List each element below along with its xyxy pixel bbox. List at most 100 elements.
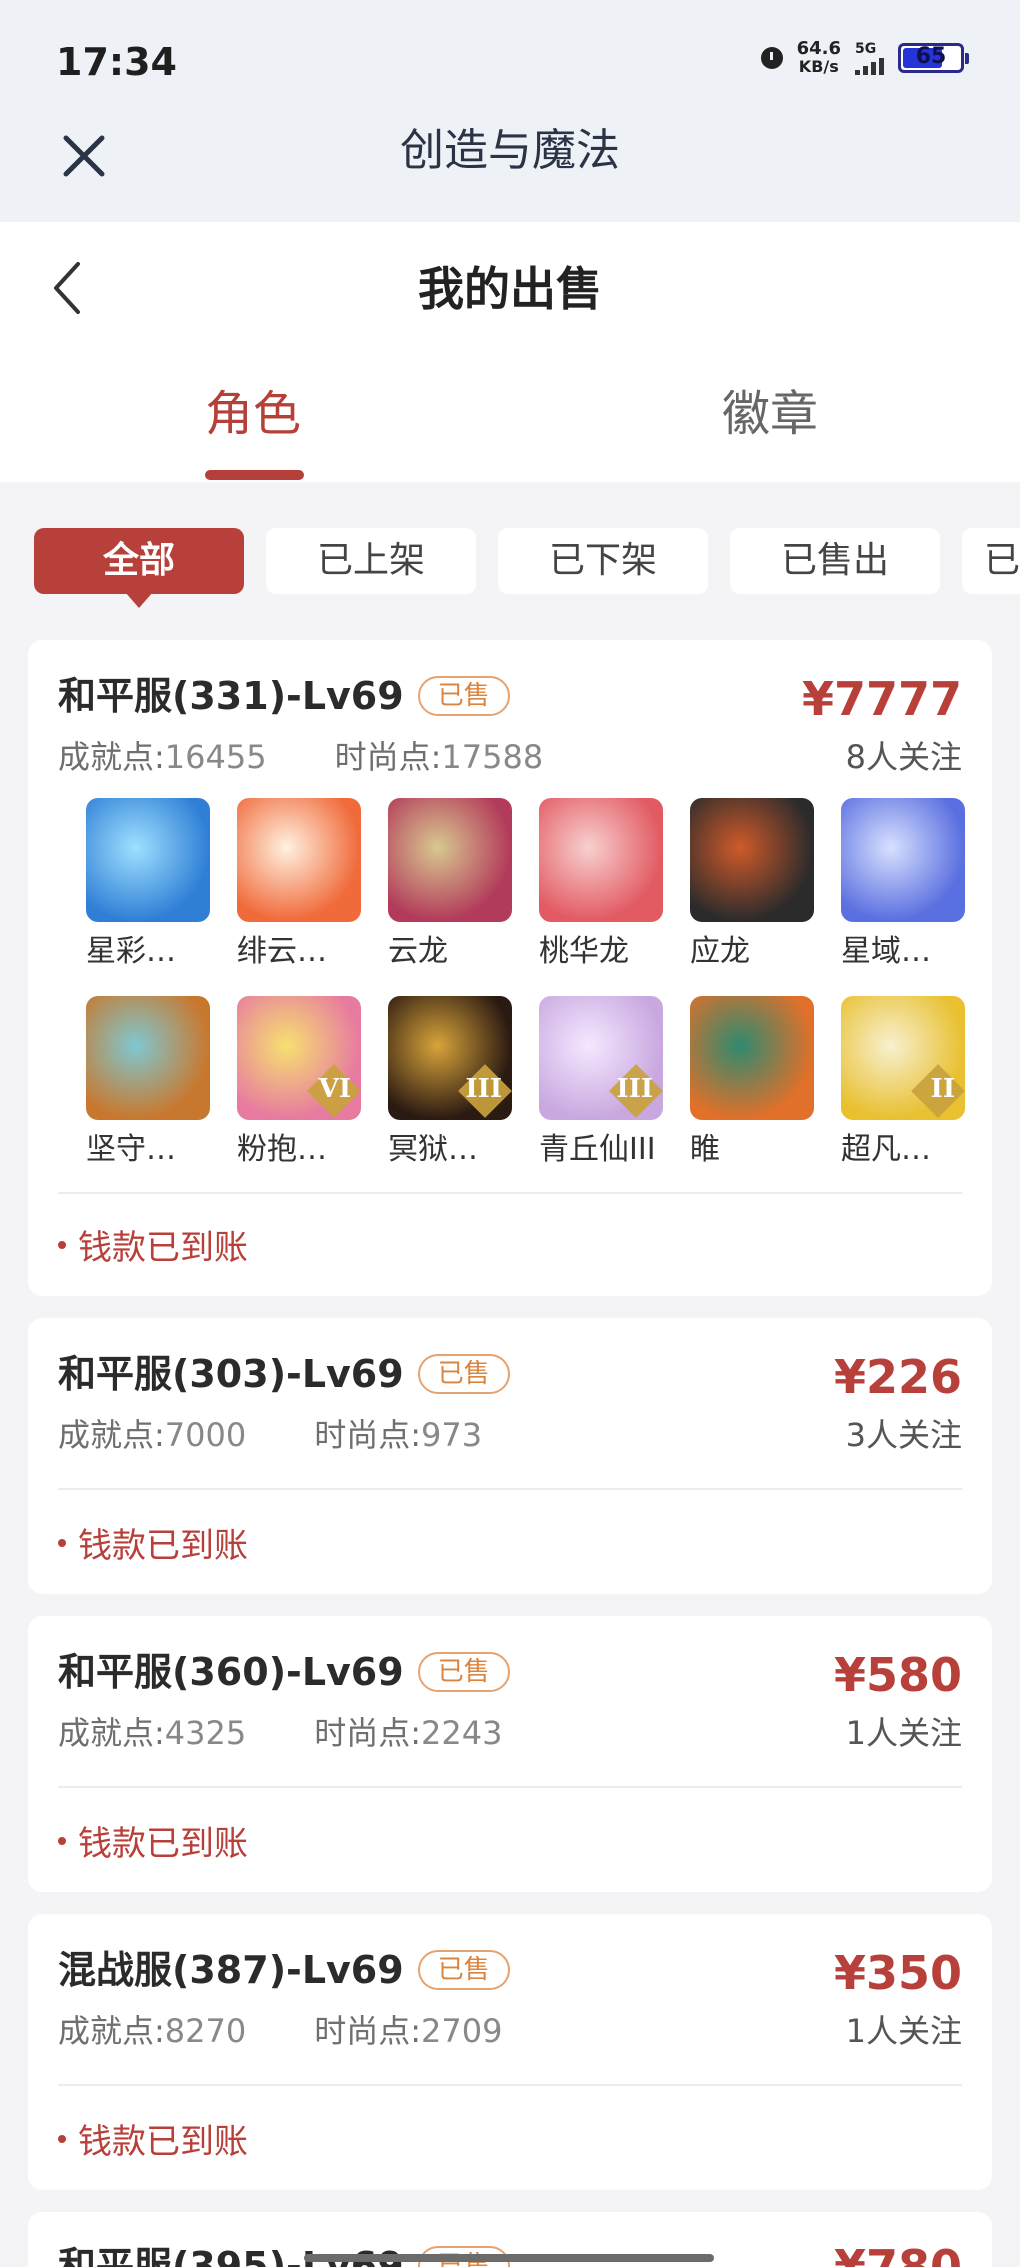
item-name: 绯云… bbox=[237, 934, 327, 969]
item-name: 青丘仙III bbox=[539, 1132, 656, 1167]
listing-title: 和平服(303)-Lv69 bbox=[58, 1352, 404, 1396]
fashion-label: 时尚点: bbox=[314, 2012, 422, 2050]
listing-stats: 成就点:8270 时尚点:2709 bbox=[58, 2006, 502, 2052]
payment-status: 钱款已到账 bbox=[58, 2114, 248, 2163]
listing-followers: 3人关注 bbox=[845, 1416, 962, 1454]
filter-listed[interactable]: 已上架 bbox=[266, 528, 476, 594]
sold-badge: 已售 bbox=[417, 1354, 510, 1394]
tab-badge[interactable]: 徽章 bbox=[722, 382, 818, 446]
listing-card[interactable]: 和平服(360)-Lv69 已售 成就点:4325 时尚点:2243 ¥580 1… bbox=[28, 1616, 992, 1892]
item-thumbnail: III bbox=[388, 996, 512, 1120]
item-name: 桃华龙 bbox=[539, 934, 629, 969]
divider bbox=[58, 1488, 962, 1490]
item-tile[interactable]: 绯云… bbox=[237, 798, 361, 972]
listing-price: ¥7777 bbox=[801, 672, 962, 726]
sold-badge: 已售 bbox=[417, 1950, 510, 1990]
signal-strength: 5G bbox=[855, 41, 884, 75]
listing-price: ¥226 bbox=[833, 1350, 962, 1404]
fashion-label: 时尚点: bbox=[334, 738, 442, 776]
network-type: 5G bbox=[855, 41, 877, 57]
network-speed: 64.6 KB/s bbox=[797, 40, 841, 76]
item-tile[interactable]: III 冥狱… bbox=[388, 996, 512, 1170]
item-thumbnail: VI bbox=[237, 996, 361, 1120]
achievement-value: 8270 bbox=[164, 2012, 247, 2050]
bullet-dot-icon bbox=[58, 1836, 66, 1845]
page-header: 我的出售 角色 徽章 bbox=[0, 222, 1020, 482]
fashion-value: 973 bbox=[421, 1416, 483, 1454]
payment-status: 钱款已到账 bbox=[58, 1816, 248, 1865]
item-name: 星域… bbox=[841, 934, 931, 969]
item-name: 应龙 bbox=[690, 934, 750, 969]
network-speed-unit: KB/s bbox=[798, 57, 839, 76]
listing-card[interactable]: 混战服(387)-Lv69 已售 成就点:8270 时尚点:2709 ¥350 1… bbox=[28, 1914, 992, 2190]
sold-badge: 已售 bbox=[417, 1652, 510, 1692]
filter-more[interactable]: 已 bbox=[962, 528, 1020, 594]
battery-level: 65 bbox=[915, 44, 947, 69]
listing-title: 和平服(331)-Lv69 bbox=[58, 674, 404, 718]
filter-delisted[interactable]: 已下架 bbox=[498, 528, 708, 594]
status-icons: 64.6 KB/s 5G 65 bbox=[760, 40, 969, 76]
fashion-value: 2243 bbox=[421, 1714, 503, 1752]
item-tile[interactable]: III 青丘仙III bbox=[539, 996, 663, 1170]
payment-status: 钱款已到账 bbox=[58, 1518, 248, 1567]
divider bbox=[58, 2084, 962, 2086]
achievement-label: 成就点: bbox=[58, 1416, 165, 1454]
listing-card[interactable]: 和平服(331)-Lv69 已售 成就点:16455 时尚点:17588 ¥777… bbox=[28, 640, 992, 1296]
bullet-dot-icon bbox=[58, 1538, 66, 1547]
bullet-dot-icon bbox=[58, 2134, 66, 2143]
network-speed-value: 64.6 bbox=[796, 38, 841, 59]
listing-price: ¥780 bbox=[833, 2240, 962, 2267]
alarm-clock-icon bbox=[760, 47, 783, 69]
status-bar: 17:34 64.6 KB/s 5G 65 bbox=[0, 0, 1020, 120]
fashion-value: 17588 bbox=[441, 738, 544, 776]
sold-badge: 已售 bbox=[417, 676, 510, 716]
listing-title: 混战服(387)-Lv69 bbox=[58, 1948, 404, 1992]
listing-title-row: 和平服(303)-Lv69 已售 bbox=[58, 1350, 510, 1398]
listing-title-row: 和平服(360)-Lv69 已售 bbox=[58, 1648, 510, 1696]
bullet-dot-icon bbox=[58, 1240, 66, 1249]
listing-followers: 1人关注 bbox=[845, 1714, 962, 1752]
listing-card[interactable]: 和平服(303)-Lv69 已售 成就点:7000 时尚点:973 ¥226 3人… bbox=[28, 1318, 992, 1594]
listing-price: ¥580 bbox=[833, 1648, 962, 1702]
item-thumbnail bbox=[86, 798, 210, 922]
fashion-value: 2709 bbox=[421, 2012, 503, 2050]
page-title: 我的出售 bbox=[418, 262, 602, 316]
item-name: 超凡… bbox=[841, 1132, 931, 1167]
item-name: 睢 bbox=[690, 1132, 720, 1167]
payment-status-text: 钱款已到账 bbox=[78, 1824, 248, 1864]
item-tile[interactable]: 坚守… bbox=[86, 996, 210, 1170]
item-thumbnail bbox=[237, 798, 361, 922]
tab-role[interactable]: 角色 bbox=[205, 382, 301, 446]
rank-label: II bbox=[930, 1074, 955, 1104]
item-tile[interactable]: VI 粉抱… bbox=[237, 996, 361, 1170]
item-tile[interactable]: 星彩… bbox=[86, 798, 210, 972]
listing-stats: 成就点:16455 时尚点:17588 bbox=[58, 732, 543, 778]
item-name: 云龙 bbox=[388, 934, 448, 969]
signal-bars-icon bbox=[855, 57, 884, 75]
filter-sold[interactable]: 已售出 bbox=[730, 528, 940, 594]
item-tile[interactable]: 应龙 bbox=[690, 798, 814, 972]
item-tile[interactable]: II 超凡… bbox=[841, 996, 965, 1170]
filter-all[interactable]: 全部 bbox=[34, 528, 244, 608]
home-indicator[interactable] bbox=[304, 2254, 714, 2262]
listing-stats: 成就点:7000 时尚点:973 bbox=[58, 1410, 482, 1456]
item-name: 星彩… bbox=[86, 934, 176, 969]
item-thumbnail bbox=[539, 798, 663, 922]
rank-label: VI bbox=[318, 1074, 351, 1104]
item-tile[interactable]: 云龙 bbox=[388, 798, 512, 972]
app-title: 创造与魔法 bbox=[400, 125, 620, 176]
status-time: 17:34 bbox=[56, 40, 177, 84]
filter-bar: 全部 已上架 已下架 已售出 已 bbox=[34, 528, 1020, 608]
fashion-label: 时尚点: bbox=[314, 1714, 422, 1752]
achievement-label: 成就点: bbox=[58, 2012, 165, 2050]
item-tile[interactable]: 星域… bbox=[841, 798, 965, 972]
listing-title: 和平服(360)-Lv69 bbox=[58, 1650, 404, 1694]
item-thumbnail: III bbox=[539, 996, 663, 1120]
divider bbox=[58, 1786, 962, 1788]
fashion-label: 时尚点: bbox=[314, 1416, 422, 1454]
item-tile[interactable]: 睢 bbox=[690, 996, 814, 1170]
listing-stats: 成就点:4325 时尚点:2243 bbox=[58, 1708, 502, 1754]
item-tile[interactable]: 桃华龙 bbox=[539, 798, 663, 972]
listing-followers: 8人关注 bbox=[845, 738, 962, 776]
item-thumbnail bbox=[841, 798, 965, 922]
